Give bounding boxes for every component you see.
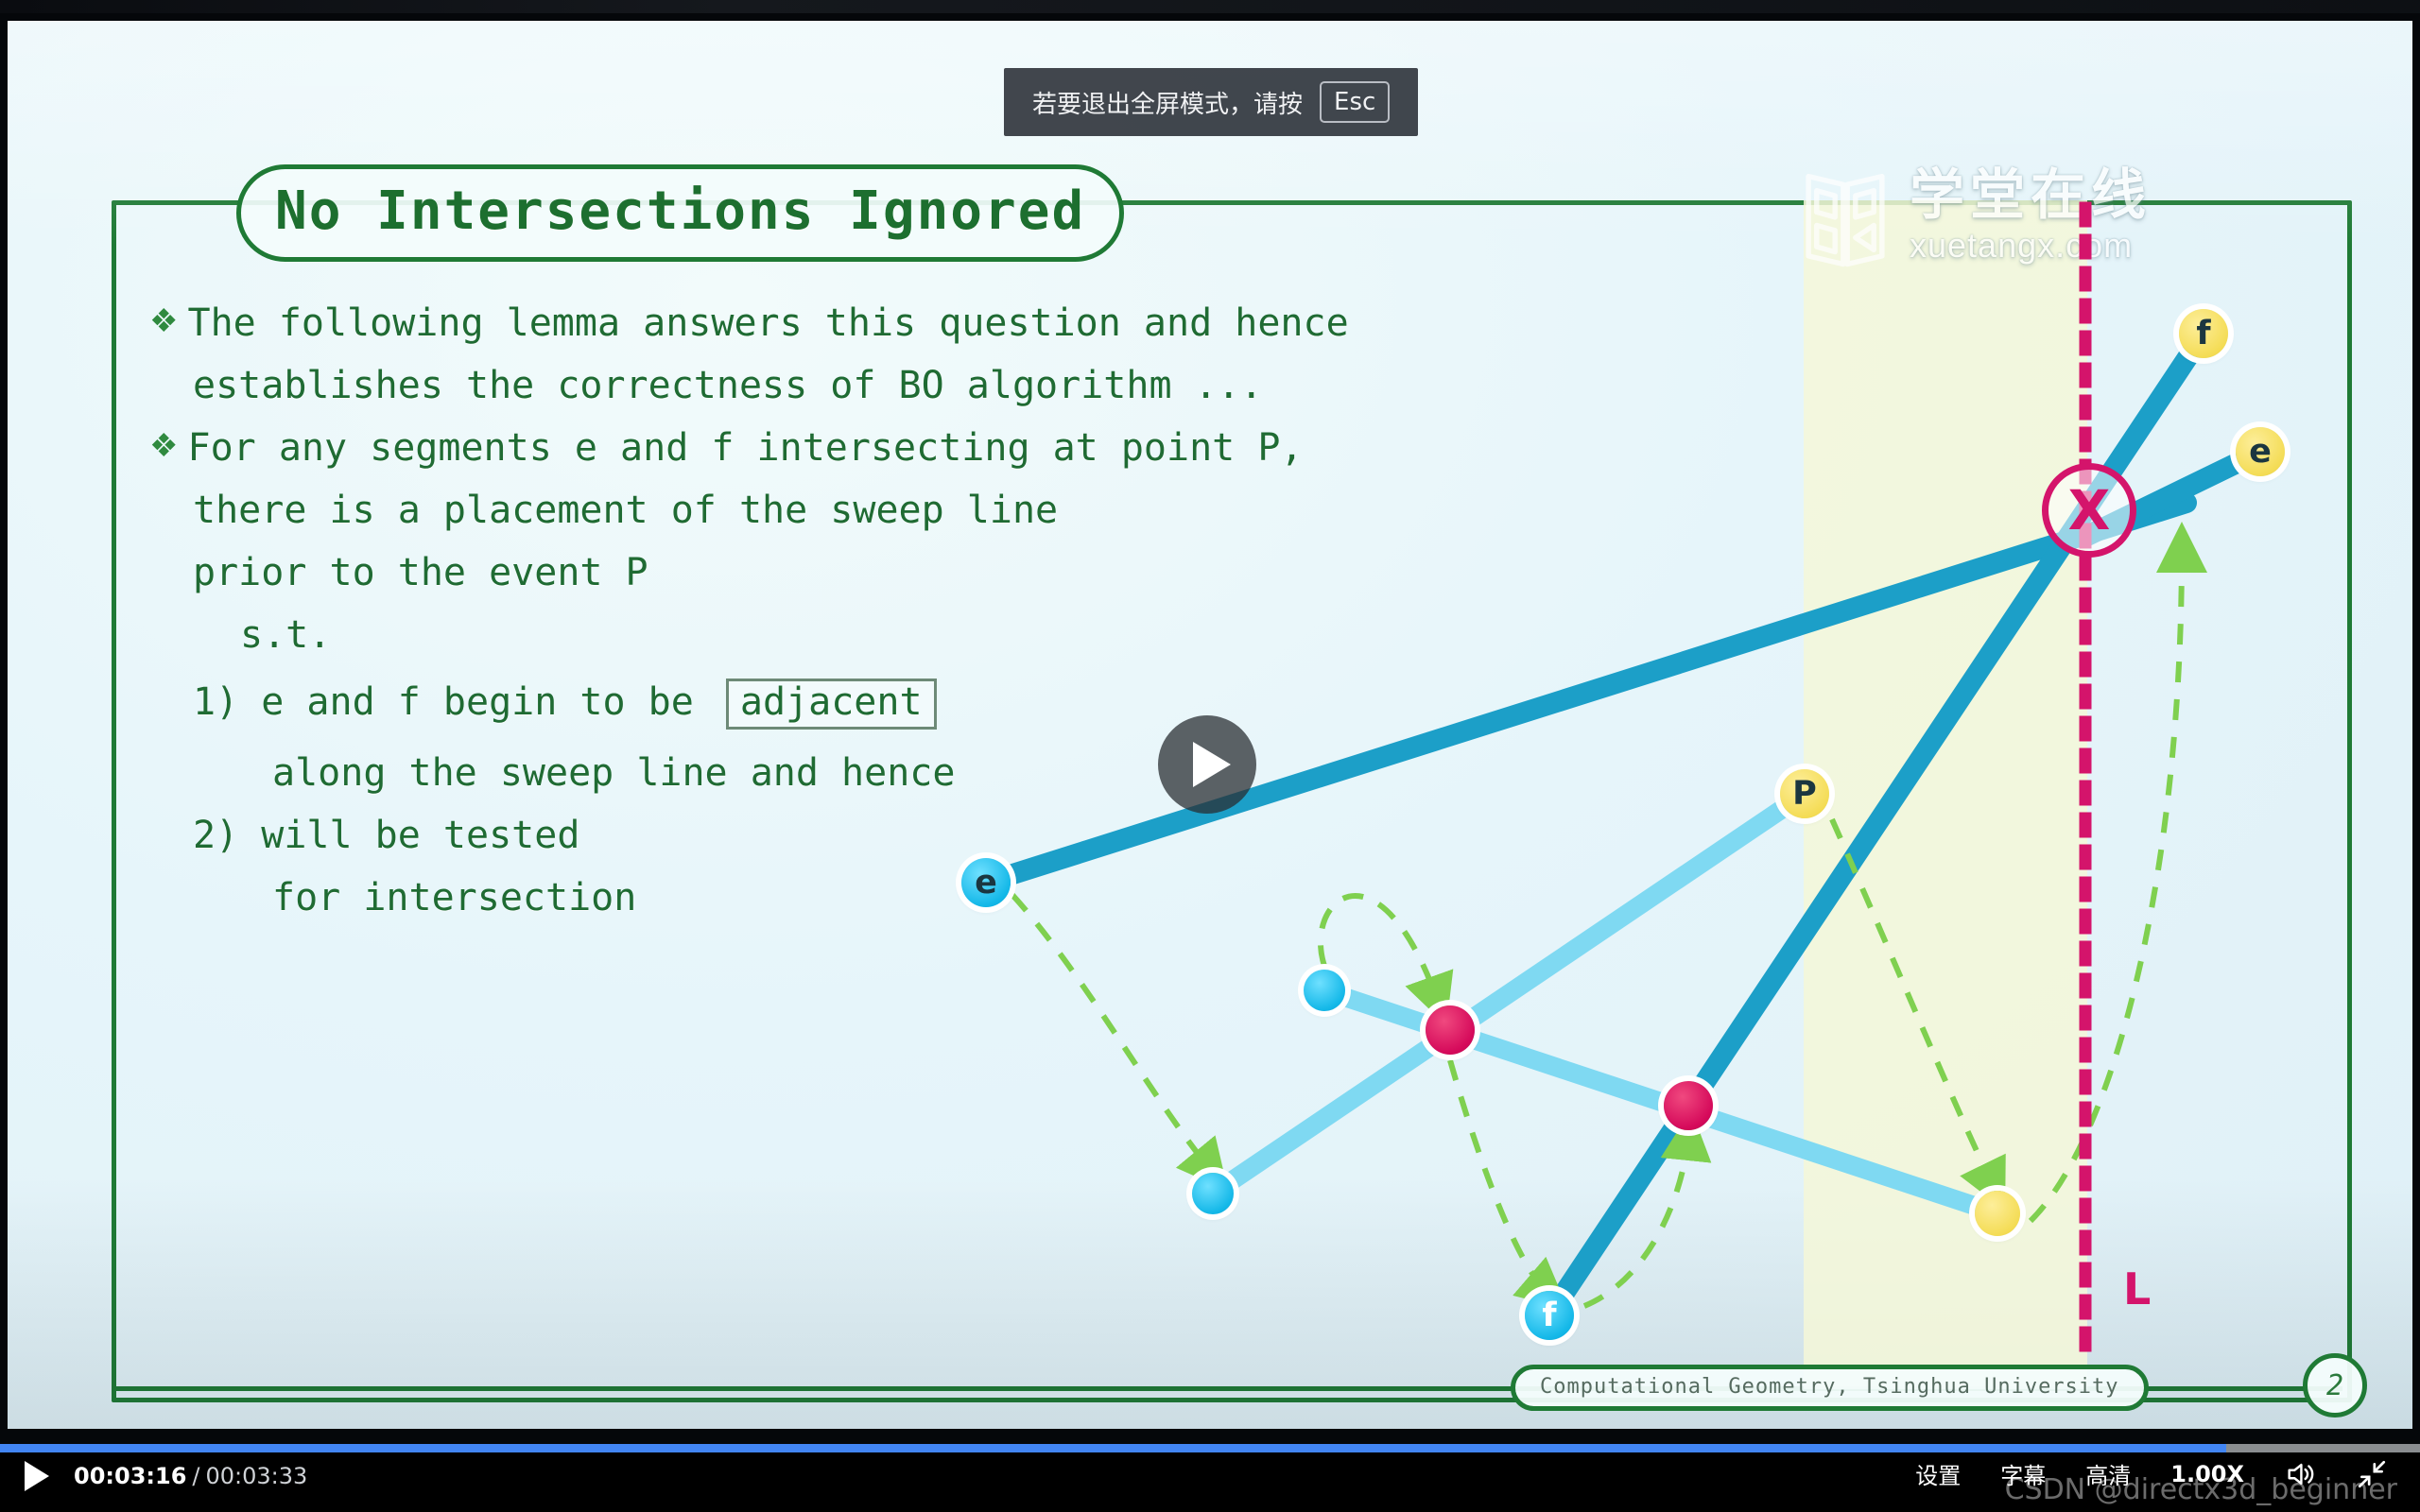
slide-text-line: for intersection: [272, 879, 1624, 917]
progress-bar-track[interactable]: [0, 1444, 2420, 1452]
slide-text-line: establishes the correctness of BO algori…: [193, 367, 1624, 404]
slide-text-span: 2) will be tested: [193, 814, 580, 857]
slide-text-line: For any segments e and f intersecting at…: [187, 426, 1304, 470]
diagram-node-isect-1: [1426, 1005, 1475, 1055]
node-label: P: [1792, 775, 1817, 813]
slide-text-line: s.t.: [240, 616, 1624, 654]
intersection-x-marker: X: [2042, 463, 2136, 558]
node-label: f: [1542, 1297, 1557, 1334]
intersection-x-label: X: [2067, 478, 2111, 542]
duration-time: 00:03:33: [205, 1463, 308, 1489]
sweep-line-label: L: [2123, 1263, 2152, 1314]
open-book-logo-icon: [1806, 173, 1885, 267]
slide-text-span: there is a placement of the sweep line: [193, 489, 1059, 532]
diagram-node-end-2: [1192, 1173, 1234, 1214]
time-display: 00:03:16/00:03:33: [74, 1463, 307, 1489]
slide-text-line: The following lemma answers this questio…: [187, 301, 1349, 345]
page-number-badge: 2: [2303, 1353, 2367, 1418]
watermark-en-text: xuetangx.com: [1910, 226, 2134, 265]
fullscreen-toast-message: 若要退出全屏模式，请按: [1032, 90, 1304, 119]
bullet-row: ❖ For any segments e and f intersecting a…: [149, 426, 1624, 470]
slide-text-span: prior to the event P: [193, 551, 648, 594]
watermark-cn-text: 学堂在线: [1910, 163, 2152, 227]
node-label: e: [975, 864, 997, 902]
highlight-band: [1804, 200, 2087, 1389]
time-separator: /: [192, 1463, 200, 1489]
page-number: 2: [2325, 1368, 2344, 1402]
slide-text-line: there is a placement of the sweep line: [193, 491, 1624, 529]
node-label: e: [2249, 433, 2272, 471]
bullet-diamond-icon: ❖: [149, 303, 179, 339]
esc-key-badge: Esc: [1320, 81, 1391, 123]
bullet-row: ❖ The following lemma answers this questi…: [149, 301, 1624, 345]
play-icon: [1193, 742, 1231, 787]
slide-title: No Intersections Ignored: [275, 180, 1086, 242]
slide-text-span: s.t.: [240, 613, 332, 657]
csdn-watermark: CSDN @directx3d_beginner: [2004, 1473, 2397, 1506]
diagram-node-isect-2: [1664, 1081, 1713, 1130]
player-left-controls: 00:03:16/00:03:33: [25, 1461, 307, 1491]
video-frame[interactable]: 学堂在线 xuetangx.com No Intersections Ignor…: [0, 0, 2420, 1444]
diagram-node-f-bottom: f: [1525, 1291, 1574, 1340]
settings-button[interactable]: 设置: [1915, 1457, 1961, 1490]
course-footer-text: Computational Geometry, Tsinghua Univers…: [1540, 1375, 2119, 1399]
slide-text-line: 2) will be tested: [193, 816, 1624, 854]
slide-text-span: establishes the correctness of BO algori…: [193, 364, 1263, 407]
progress-bar-fill: [0, 1444, 2227, 1452]
slide-body-text: ❖ The following lemma answers this questi…: [149, 301, 1624, 941]
fullscreen-exit-toast: 若要退出全屏模式，请按 Esc: [1004, 68, 1419, 136]
video-player-screen: 学堂在线 xuetangx.com No Intersections Ignor…: [0, 0, 2420, 1512]
current-time: 00:03:16: [74, 1463, 187, 1489]
slide-text-span: 1) e and f begin to be: [193, 680, 717, 724]
diagram-node-f-top: f: [2179, 309, 2228, 358]
diagram-node-e-left: e: [961, 858, 1011, 907]
bullet-diamond-icon: ❖: [149, 428, 179, 464]
diagram-node-p-node: P: [1780, 769, 1829, 818]
slide-title-capsule: No Intersections Ignored: [236, 164, 1125, 262]
node-label: f: [2196, 315, 2211, 352]
diagram-node-e-right: e: [2236, 427, 2285, 476]
slide-text-span: for intersection: [272, 876, 637, 919]
footer-capsule: Computational Geometry, Tsinghua Univers…: [1511, 1365, 2149, 1411]
slide-text-line: along the sweep line and hence: [272, 754, 1624, 792]
diagram-node-end-3: [1975, 1191, 2020, 1236]
screen-bezel: [0, 0, 2420, 13]
slide-text-line: prior to the event P: [193, 554, 1624, 592]
slide-text-line: 1) e and f begin to be adjacent: [193, 679, 1624, 730]
play-icon[interactable]: [25, 1461, 49, 1491]
xuetangx-watermark: 学堂在线 xuetangx.com: [1794, 167, 2152, 271]
slide-text-span: along the sweep line and hence: [272, 751, 956, 795]
center-play-button[interactable]: [1158, 715, 1256, 814]
boxed-keyword: adjacent: [725, 679, 937, 730]
diagram-node-end-1: [1304, 970, 1345, 1011]
